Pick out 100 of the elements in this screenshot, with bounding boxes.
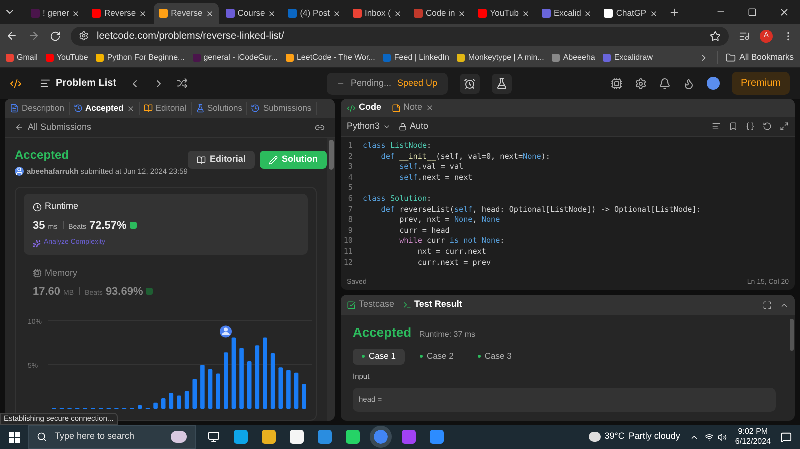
chart-bar bbox=[184, 391, 190, 409]
speed-up-link[interactable]: Speed Up bbox=[398, 76, 438, 90]
reload-icon[interactable] bbox=[50, 30, 61, 42]
close-icon[interactable] bbox=[650, 10, 658, 18]
settings-icon[interactable] bbox=[634, 78, 647, 90]
task-view-icon[interactable] bbox=[208, 431, 220, 443]
bookmark-link[interactable]: Feed | LinkedIn bbox=[383, 52, 450, 64]
premium-button[interactable]: Premium bbox=[732, 72, 790, 95]
user-avatar[interactable] bbox=[706, 77, 720, 90]
browser-tab[interactable]: Reverse bbox=[154, 3, 219, 24]
browser-tab[interactable]: ChatGP bbox=[599, 3, 663, 24]
restore-icon[interactable] bbox=[748, 8, 757, 17]
bookmark-link[interactable]: Monkeytype | A min... bbox=[457, 52, 544, 64]
browser-tab[interactable]: ! gener bbox=[26, 3, 86, 24]
case-tab[interactable]: Case 3 bbox=[468, 348, 521, 364]
braces-icon[interactable] bbox=[746, 122, 755, 131]
panel-tab[interactable]: Accepted bbox=[74, 102, 140, 115]
taskbar-app-icon[interactable] bbox=[346, 430, 360, 444]
beats-value: 93.69% bbox=[106, 285, 144, 300]
close-icon[interactable] bbox=[126, 104, 135, 112]
back-icon[interactable] bbox=[6, 30, 18, 42]
volume-icon[interactable] bbox=[718, 432, 728, 442]
bookmark-link[interactable]: Python For Beginne... bbox=[96, 52, 185, 64]
close-icon[interactable] bbox=[394, 10, 402, 18]
notifications-icon[interactable] bbox=[658, 78, 671, 90]
new-tab-icon[interactable] bbox=[668, 7, 680, 18]
flask-icon[interactable] bbox=[492, 74, 512, 94]
close-icon[interactable] bbox=[779, 7, 790, 18]
bookmark-icon[interactable] bbox=[729, 122, 738, 131]
close-icon[interactable] bbox=[72, 10, 80, 18]
fullscreen-icon[interactable] bbox=[763, 300, 772, 310]
reset-icon[interactable] bbox=[763, 122, 772, 131]
panel-tab[interactable]: Submissions bbox=[251, 102, 317, 115]
close-icon[interactable] bbox=[268, 10, 276, 18]
browser-tab[interactable]: Excalid bbox=[536, 3, 598, 24]
chip-icon bbox=[33, 269, 42, 278]
link-icon[interactable] bbox=[315, 122, 325, 132]
streak-icon[interactable] bbox=[682, 78, 695, 90]
bookmark-link[interactable]: YouTube bbox=[46, 52, 88, 64]
taskbar-search-field[interactable]: Type here to search bbox=[28, 425, 196, 449]
browser-tab[interactable]: Code in bbox=[408, 3, 472, 24]
site-favicon bbox=[192, 54, 201, 62]
close-icon[interactable] bbox=[206, 10, 214, 18]
chart-bar bbox=[138, 405, 142, 409]
wifi-icon[interactable] bbox=[705, 432, 714, 442]
all-bookmarks-link[interactable]: All Bookmarks bbox=[716, 51, 794, 64]
bookmark-link[interactable]: LeetCode - The Wor... bbox=[286, 52, 376, 64]
browser-tab[interactable]: Course bbox=[220, 3, 282, 24]
browser-tab[interactable]: (4) Post bbox=[283, 3, 346, 24]
close-icon[interactable] bbox=[522, 10, 530, 18]
site-favicon bbox=[226, 9, 235, 18]
panel-tab[interactable]: Editorial bbox=[144, 102, 192, 115]
media-icon[interactable] bbox=[739, 30, 750, 42]
shuffle-icon[interactable] bbox=[176, 78, 188, 89]
result-tab[interactable]: Testcase bbox=[347, 298, 395, 312]
close-icon[interactable] bbox=[426, 104, 434, 112]
case-tab[interactable]: Case 1 bbox=[353, 348, 405, 364]
notifications-icon[interactable] bbox=[781, 432, 792, 442]
browser-tab[interactable]: YouTub bbox=[473, 3, 535, 24]
language-select[interactable]: Python3 bbox=[347, 120, 392, 134]
close-icon[interactable] bbox=[139, 10, 148, 18]
forward-icon[interactable] bbox=[28, 30, 40, 42]
alarm-icon[interactable] bbox=[460, 74, 480, 94]
weather-label: Partly cloudy bbox=[628, 430, 680, 444]
site-favicon bbox=[286, 54, 294, 62]
sparkle-icon bbox=[33, 240, 41, 248]
tab-title: Inbox ( bbox=[364, 7, 391, 20]
editor-tab[interactable]: Note bbox=[392, 101, 434, 115]
bookmark-link[interactable]: Excalidraw bbox=[603, 52, 654, 64]
bookmark-link[interactable]: general - iCodeGur... bbox=[192, 52, 278, 64]
bookmark-link[interactable]: Gmail bbox=[6, 52, 38, 64]
close-icon[interactable] bbox=[458, 10, 466, 18]
close-icon[interactable] bbox=[584, 10, 592, 18]
format-icon[interactable] bbox=[712, 122, 721, 131]
site-favicon bbox=[46, 54, 54, 62]
panel-tab[interactable]: Solutions bbox=[196, 102, 248, 115]
browser-tab[interactable]: Inbox ( bbox=[348, 3, 407, 24]
site-settings-icon[interactable] bbox=[79, 31, 89, 41]
chart-bar bbox=[255, 345, 260, 409]
scrollbar[interactable] bbox=[327, 138, 335, 421]
beats-value: 72.57% bbox=[90, 218, 127, 234]
all-submissions-link[interactable]: All Submissions bbox=[15, 120, 92, 134]
taskbar-app-icon[interactable] bbox=[290, 430, 304, 444]
star-icon[interactable] bbox=[710, 30, 721, 42]
bookmark-link[interactable]: Abeeeha bbox=[552, 52, 596, 64]
editorial-button[interactable]: Editorial bbox=[188, 151, 255, 169]
editor-tab[interactable]: Code bbox=[347, 101, 382, 115]
browser-tab[interactable]: Reverse bbox=[87, 3, 152, 24]
expand-icon[interactable] bbox=[780, 122, 789, 131]
taskbar-app-icon[interactable] bbox=[262, 430, 276, 444]
case-tab[interactable]: Case 2 bbox=[410, 348, 463, 364]
close-icon[interactable] bbox=[332, 10, 341, 18]
problem-list-button[interactable]: Problem List bbox=[40, 76, 117, 91]
apps-icon[interactable] bbox=[610, 78, 623, 90]
logo-icon[interactable] bbox=[10, 76, 22, 90]
result-tab[interactable]: Test Result bbox=[402, 298, 462, 312]
checkbox-icon bbox=[347, 300, 356, 310]
address-bar[interactable]: leetcode.com/problems/reverse-linked-list/ bbox=[71, 26, 729, 46]
panel-tab[interactable]: Description bbox=[10, 102, 70, 115]
chart-bar bbox=[302, 384, 306, 409]
